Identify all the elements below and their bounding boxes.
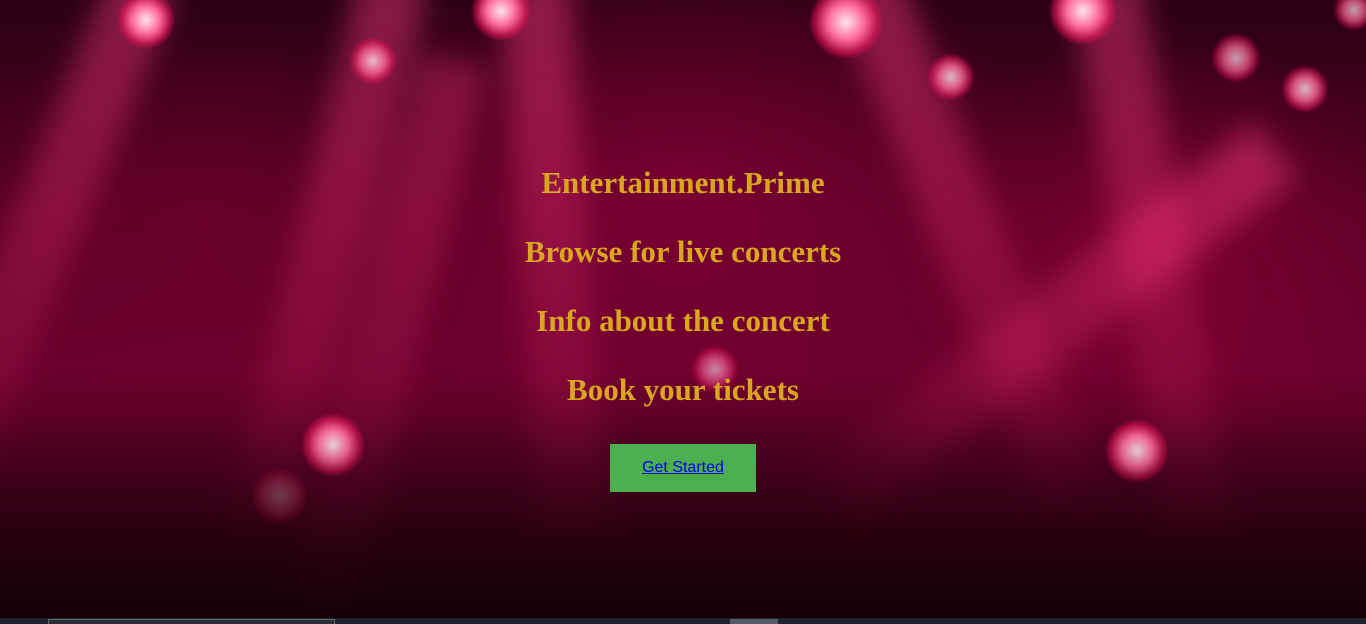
stage-light <box>1282 66 1328 112</box>
hero-line-browse: Browse for live concerts <box>524 234 842 269</box>
taskbar-window-tab[interactable] <box>48 619 335 624</box>
hero-line-info: Info about the concert <box>536 303 830 338</box>
stage-light <box>928 54 974 100</box>
stage-light <box>350 38 396 84</box>
taskbar <box>0 618 1366 624</box>
get-started-link[interactable]: Get Started <box>642 459 724 477</box>
site-title: Entertainment.Prime <box>541 165 825 200</box>
stage-light <box>118 0 174 48</box>
get-started-button[interactable]: Get Started <box>610 444 756 492</box>
stage-light <box>1212 34 1260 82</box>
taskbar-scroll-thumb[interactable] <box>730 619 778 624</box>
stage-light <box>1334 0 1366 30</box>
hero-line-book: Book your tickets <box>567 372 799 407</box>
